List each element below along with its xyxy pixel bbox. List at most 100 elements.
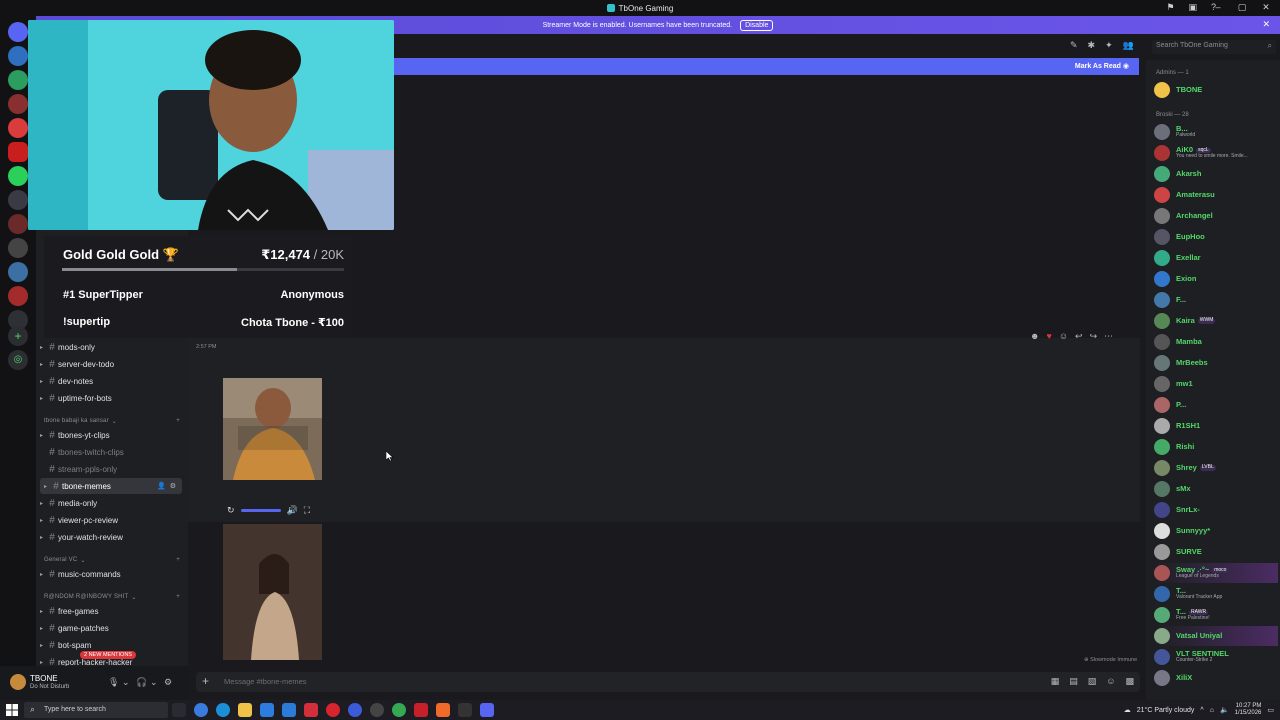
channel-your-watch-review[interactable]: ▸ # your-watch-review <box>36 529 186 545</box>
reaction-icon[interactable]: ☻ <box>1030 331 1039 342</box>
server-icon[interactable] <box>8 262 28 282</box>
disable-streamer-mode-button[interactable]: Disable <box>740 19 774 31</box>
add-channel-icon[interactable]: + <box>176 418 180 425</box>
microphone-icon[interactable]: 🎙 <box>108 677 119 688</box>
file-explorer-icon[interactable] <box>238 703 252 717</box>
server-icon[interactable] <box>8 118 28 138</box>
weather-text[interactable]: 21°C Partly cloudy <box>1137 707 1195 714</box>
app-icon[interactable] <box>326 703 340 717</box>
member-item[interactable]: mw1 <box>1154 374 1278 394</box>
member-item[interactable]: Mamba <box>1154 332 1278 352</box>
member-item[interactable]: TBONE <box>1154 80 1278 100</box>
member-item[interactable]: T... Valorant Tracker App <box>1154 584 1278 604</box>
headphones-icon[interactable]: 🎧 <box>136 677 147 688</box>
threads-icon[interactable]: ✎ <box>1070 40 1078 51</box>
channel-tbone-memes[interactable]: ▸ # tbone-memes 👤 ⚙ <box>40 478 182 494</box>
reply-icon[interactable]: ↩ <box>1075 331 1083 342</box>
explore-icon[interactable]: ◎ <box>8 350 28 370</box>
tray-chevron-icon[interactable]: ^ <box>1200 707 1203 714</box>
member-item[interactable]: P... <box>1154 395 1278 415</box>
add-server-icon[interactable]: + <box>8 326 28 346</box>
channel-game-patches[interactable]: ▸ # game-patches <box>36 620 186 636</box>
app-icon[interactable] <box>304 703 318 717</box>
maximize-button[interactable]: ▢ <box>1236 2 1248 13</box>
home-server-icon[interactable] <box>8 22 28 42</box>
notification-bell-icon[interactable]: ✱ <box>1088 40 1096 51</box>
member-item[interactable]: MrBeebs <box>1154 353 1278 373</box>
notifications-icon[interactable]: ▭ <box>1267 706 1274 714</box>
channel-tbones-twitch-clips[interactable]: # tbones-twitch-clips <box>36 444 186 460</box>
member-item[interactable]: T... RAWR Free Palestine! <box>1154 605 1278 625</box>
video-volume-slider[interactable] <box>240 508 281 512</box>
member-list-icon[interactable]: 👥 <box>1123 40 1134 51</box>
heart-icon[interactable]: ♥ <box>1046 331 1051 342</box>
attach-plus-icon[interactable]: + <box>202 674 209 688</box>
member-item[interactable]: SURVE <box>1154 542 1278 562</box>
search-input[interactable]: Search TbOne Gaming ⌕ <box>1152 40 1276 54</box>
app-icon[interactable] <box>458 703 472 717</box>
sticker-icon[interactable]: ▧ <box>1088 676 1097 687</box>
gif-icon[interactable]: ▤ <box>1069 676 1078 687</box>
channel-music-commands[interactable]: ▸ # music-commands <box>36 566 186 582</box>
category-header[interactable]: R@NDOM R@INBOWY SHIT ⌄ + <box>44 594 180 601</box>
server-icon[interactable] <box>8 190 28 210</box>
inbox-icon[interactable]: ▣ <box>1188 2 1197 13</box>
image-attachment[interactable] <box>223 524 322 660</box>
channel-free-games[interactable]: ▸ # free-games <box>36 603 186 619</box>
new-mentions-pill[interactable]: 2 NEW MENTIONS <box>80 651 136 659</box>
mail-icon[interactable] <box>282 703 296 717</box>
emoji-icon[interactable]: ☺ <box>1106 676 1115 687</box>
server-icon[interactable] <box>8 214 28 234</box>
message-input[interactable]: Message #tbone-memes <box>224 677 307 686</box>
add-channel-icon[interactable]: + <box>176 594 180 601</box>
avatar[interactable] <box>10 674 26 690</box>
user-settings-gear-icon[interactable]: ⚙ <box>164 677 172 688</box>
gift-icon[interactable]: ▦ <box>1051 676 1060 687</box>
brave-icon[interactable] <box>436 703 450 717</box>
mark-as-read-button[interactable]: Mark As Read <box>1075 63 1121 70</box>
member-item[interactable]: EupHoo <box>1154 227 1278 247</box>
member-item[interactable]: AiK0 sqcL You need to smile more. Smile... <box>1154 143 1278 163</box>
server-icon[interactable] <box>8 70 28 90</box>
member-item[interactable]: Sway .·°~ moco League of Legends <box>1154 563 1278 583</box>
chrome-icon[interactable] <box>392 703 406 717</box>
member-item[interactable]: F... <box>1154 290 1278 310</box>
clock[interactable]: 10:27 PM 1/15/2026 <box>1235 703 1262 717</box>
member-item[interactable]: Sunnyyy* <box>1154 521 1278 541</box>
edge-icon[interactable] <box>216 703 230 717</box>
app-icon[interactable] <box>414 703 428 717</box>
channel-uptime-for-bots[interactable]: ▸ # uptime-for-bots <box>36 390 186 406</box>
app-icon[interactable] <box>194 703 208 717</box>
member-item[interactable]: Akarsh <box>1154 164 1278 184</box>
app-icon[interactable] <box>348 703 362 717</box>
forward-icon[interactable]: ↪ <box>1090 331 1098 342</box>
member-item[interactable]: R1SH1 <box>1154 416 1278 436</box>
volume-icon[interactable]: 🔊 <box>287 505 298 516</box>
replay-icon[interactable]: ↻ <box>227 505 235 516</box>
server-icon[interactable] <box>8 142 28 162</box>
add-channel-icon[interactable]: + <box>176 557 180 564</box>
channel-tbones-yt-clips[interactable]: ▸ # tbones-yt-clips <box>36 427 186 443</box>
fullscreen-icon[interactable]: ⛶ <box>304 505 310 516</box>
app-icon[interactable] <box>370 703 384 717</box>
pinned-messages-icon[interactable]: ✦ <box>1105 40 1113 51</box>
unread-messages-bar[interactable]: Mark As Read ◉ <box>394 58 1139 75</box>
channel-media-only[interactable]: ▸ # media-only <box>36 495 186 511</box>
windows-start-icon[interactable] <box>6 704 18 716</box>
server-icon[interactable] <box>8 286 28 306</box>
video-attachment[interactable] <box>223 378 322 480</box>
member-item[interactable]: Archangel <box>1154 206 1278 226</box>
invite-icon[interactable]: 👤 <box>157 482 166 490</box>
member-item[interactable]: VLT SENTINEL Counter-Strike 2 <box>1154 647 1278 667</box>
add-reaction-icon[interactable]: ☺ <box>1059 331 1068 342</box>
server-icon[interactable] <box>8 46 28 66</box>
server-icon[interactable] <box>8 166 28 186</box>
close-banner-icon[interactable]: ✕ <box>1262 19 1270 30</box>
close-window-button[interactable]: ✕ <box>1260 2 1272 13</box>
volume-icon[interactable]: 🔈 <box>1220 706 1229 714</box>
member-item[interactable]: Exellar <box>1154 248 1278 268</box>
member-item[interactable]: Exion <box>1154 269 1278 289</box>
server-icon[interactable] <box>8 238 28 258</box>
member-item[interactable]: sMx <box>1154 479 1278 499</box>
apps-icon[interactable]: ▩ <box>1125 676 1134 687</box>
